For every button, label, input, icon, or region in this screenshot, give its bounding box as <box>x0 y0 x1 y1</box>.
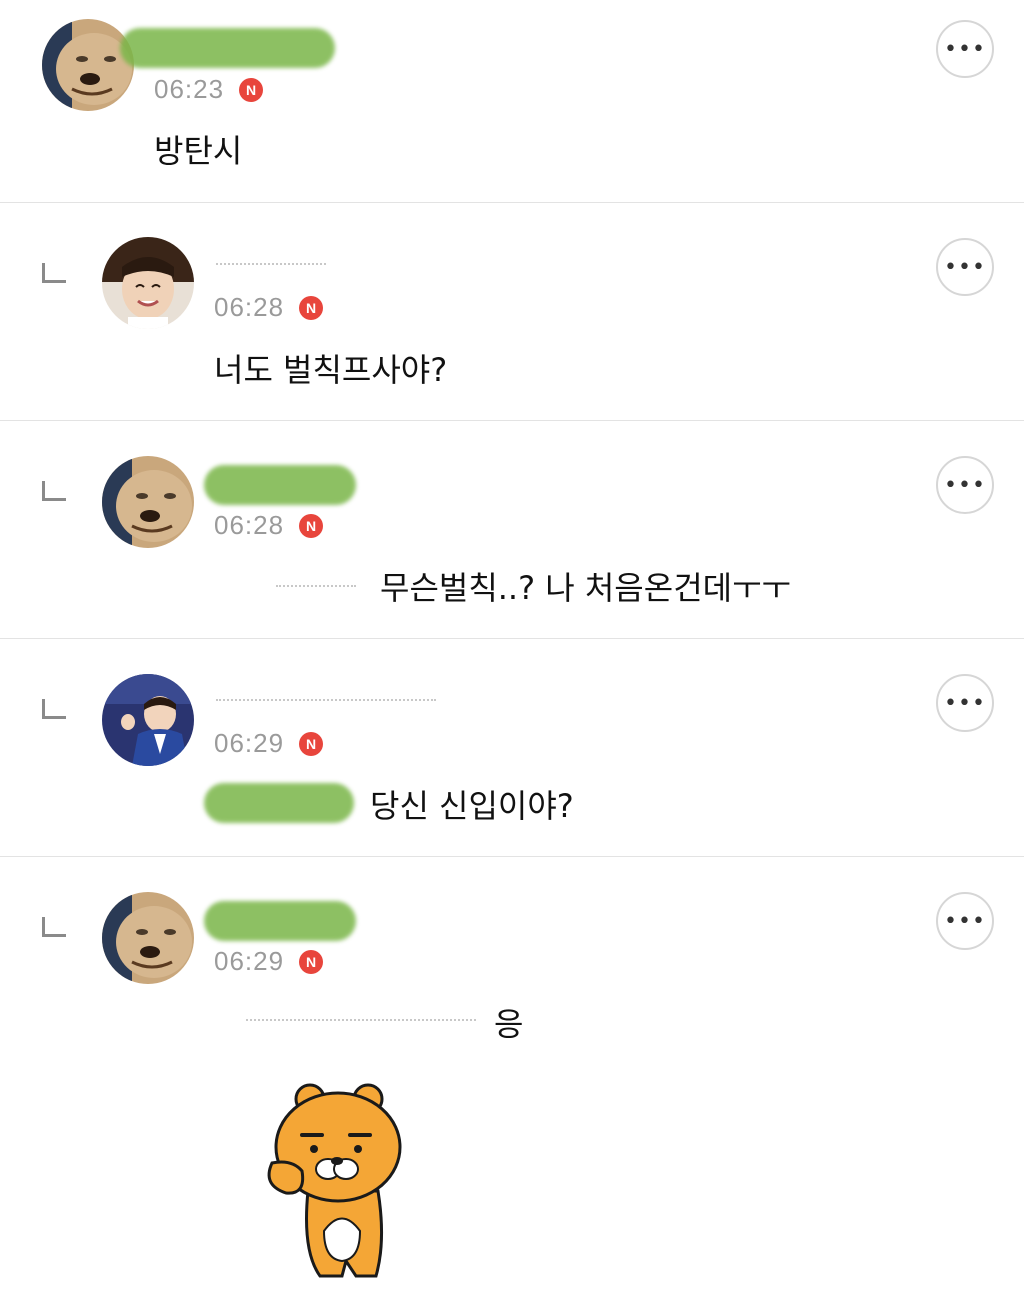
comment-item: 06:28 N 무슨벌칙..? 나 처음온건데ㅜㅜ ••• <box>0 421 1024 639</box>
more-options-button[interactable]: ••• <box>936 892 994 950</box>
comment-time: 06:29 <box>214 728 285 758</box>
censored-nickname <box>120 28 335 68</box>
comment-text: 무슨벌칙..? 나 처음온건데ㅜㅜ <box>380 569 791 607</box>
censored-mention <box>276 585 356 597</box>
censored-mention <box>204 783 354 823</box>
ryan-bear-sticker <box>262 1081 404 1281</box>
new-badge-icon: N <box>299 950 323 974</box>
more-options-icon: ••• <box>944 254 986 280</box>
comment-time: 06:28 <box>214 292 285 322</box>
reply-arrow-icon <box>42 481 66 501</box>
new-badge-icon: N <box>299 296 323 320</box>
comment-item: 06:28 N 너도 벌칙프사야? ••• <box>0 203 1024 421</box>
censored-mention <box>246 1019 476 1031</box>
avatar[interactable] <box>102 237 194 329</box>
comment-text: 당신 신입이야? <box>370 787 574 825</box>
avatar[interactable] <box>42 19 134 111</box>
more-options-button[interactable]: ••• <box>936 674 994 732</box>
censored-nickname <box>204 465 356 505</box>
new-badge-icon: N <box>299 514 323 538</box>
reply-arrow-icon <box>42 917 66 937</box>
comment-time: 06:28 <box>214 510 285 540</box>
new-badge-icon: N <box>239 78 263 102</box>
more-options-icon: ••• <box>944 472 986 498</box>
comment-time: 06:23 <box>154 74 225 104</box>
avatar[interactable] <box>102 892 194 984</box>
comment-text: 방탄시 <box>154 132 243 170</box>
comment-item: 06:29 N 응 ••• <box>0 857 1024 1308</box>
comment-text: 응 <box>494 1005 524 1043</box>
more-options-icon: ••• <box>944 908 986 934</box>
comment-text: 너도 벌칙프사야? <box>214 351 448 389</box>
more-options-icon: ••• <box>944 36 986 62</box>
censored-nickname <box>216 699 436 711</box>
more-options-button[interactable]: ••• <box>936 20 994 78</box>
comment-time: 06:29 <box>214 946 285 976</box>
comment-item: 06:23 N 방탄시 ••• <box>0 0 1024 203</box>
more-options-button[interactable]: ••• <box>936 456 994 514</box>
avatar[interactable] <box>102 456 194 548</box>
comment-item: 06:29 N 당신 신입이야? ••• <box>0 639 1024 857</box>
new-badge-icon: N <box>299 732 323 756</box>
avatar[interactable] <box>102 674 194 766</box>
more-options-icon: ••• <box>944 690 986 716</box>
more-options-button[interactable]: ••• <box>936 238 994 296</box>
censored-nickname <box>216 263 326 275</box>
reply-arrow-icon <box>42 699 66 719</box>
reply-arrow-icon <box>42 263 66 283</box>
censored-nickname <box>204 901 356 941</box>
